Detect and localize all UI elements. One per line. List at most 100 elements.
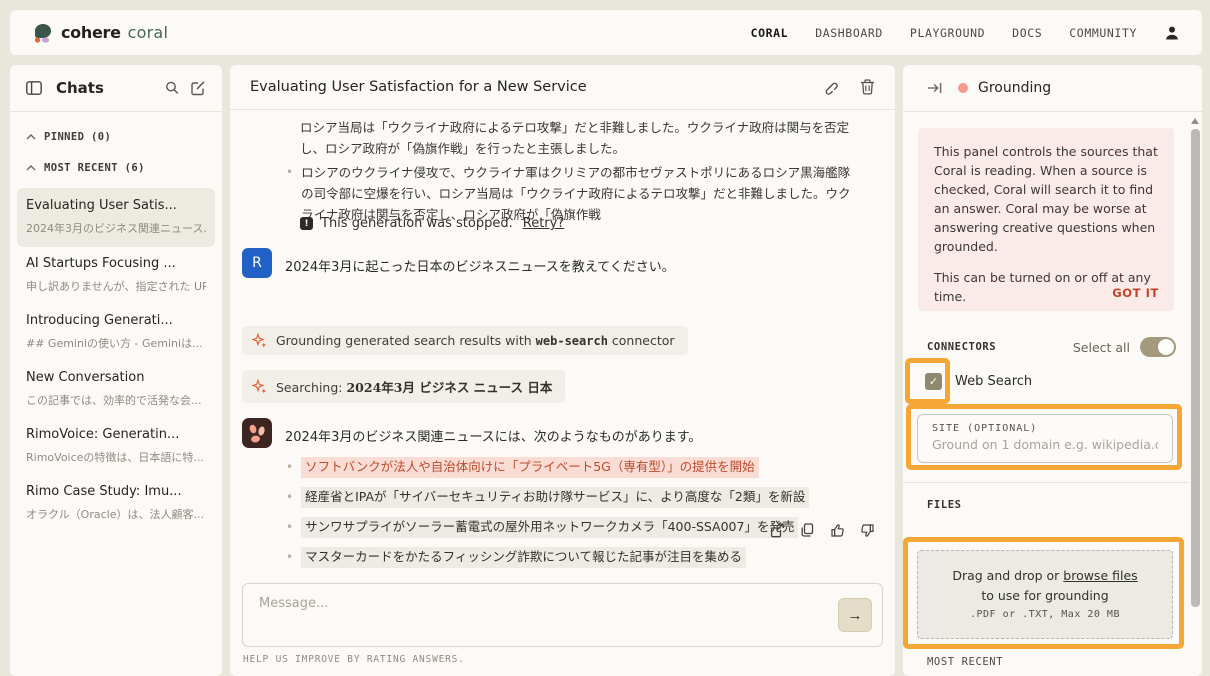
assistant-intro-text: 2024年3月のビジネス関連ニュースには、次のようなものがあります。 [285,418,701,448]
pinned-section-label: PINNED (0) [44,131,111,143]
top-nav: CORAL DASHBOARD PLAYGROUND DOCS COMMUNIT… [751,25,1180,41]
web-search-label: Web Search [955,374,1032,389]
site-input-group: SITE (OPTIONAL) [917,414,1173,463]
list-item: •経産省とIPAが「サイバーセキュリティお助け隊サービス」に、より高度な「2類」… [286,487,846,508]
collapse-panel-icon[interactable] [26,81,42,95]
sparkle-icon [252,379,267,394]
grounding-panel-header: Grounding [903,65,1202,112]
chat-list-item[interactable]: Rimo Case Study: Imu... オラクル（Oracle）は、法人… [10,475,222,532]
chat-item-title: AI Startups Focusing ... [26,256,206,271]
logo-product: coral [128,23,168,42]
chevron-up-icon [26,134,36,140]
chat-item-preview: オラクル（Oracle）は、法人顧客... [26,506,206,522]
connector-name: web-search [536,334,608,348]
cited-text[interactable]: マスターカードをかたるフィッシング詐欺について報じた記事が注目を集める [301,547,746,568]
info-paragraph: This panel controls the sources that Cor… [934,142,1158,256]
export-icon[interactable] [770,523,785,538]
chat-list-item[interactable]: AI Startups Focusing ... 申し訳ありませんが、指定された… [10,247,222,304]
top-bar: cohere coral CORAL DASHBOARD PLAYGROUND … [10,10,1202,55]
nav-community[interactable]: COMMUNITY [1069,26,1137,40]
grounding-info-box: This panel controls the sources that Cor… [918,128,1174,311]
connectors-label: CONNECTORS [927,341,996,353]
cited-text-active[interactable]: ソフトバンクが法人や自治体向けに「プライベート5G（専有型）」の提供を開始 [301,457,759,478]
dropzone-filetypes: .PDF or .TXT, Max 20 MB [918,609,1172,620]
connectors-header: CONNECTORS Select all [927,337,1176,357]
recent-section-header[interactable]: MOST RECENT (6) [10,162,222,174]
thumbs-down-icon[interactable] [860,523,875,538]
cohere-logo[interactable]: cohere coral [32,23,168,43]
web-search-checkbox[interactable]: ✓ [925,373,942,390]
grounding-panel: Grounding This panel controls the source… [903,65,1202,676]
conversation-panel: Evaluating User Satisfaction for a New S… [230,65,895,676]
collapse-right-panel-icon[interactable] [927,81,943,95]
message-input[interactable] [259,596,819,611]
scrollbar-up-arrow[interactable] [1191,118,1199,124]
user-profile-icon[interactable] [1164,25,1180,41]
chat-item-preview: 2024年3月のビジネス関連ニュース... [26,220,206,236]
chat-item-preview: この記事では、効率的で活発な会... [26,392,206,408]
grounding-status-chip: Grounding generated search results with … [242,326,688,355]
cohere-logo-icon [32,23,54,43]
chat-list-item[interactable]: RimoVoice: Generatin... RimoVoiceの特徴は、日本… [10,418,222,475]
list-item: •サンワサプライがソーラー蓄電式の屋外用ネットワークカメラ「400-SSA007… [286,517,846,538]
chevron-up-icon [26,165,36,171]
dropzone-text: Drag and drop or browse files [918,566,1172,586]
assistant-message: 2024年3月のビジネス関連ニュースには、次のようなものがあります。 [242,418,701,448]
user-avatar: R [242,248,272,278]
send-button[interactable]: → [838,598,872,632]
panel-divider [903,482,1190,483]
grounding-status-dot [958,83,968,93]
nav-playground[interactable]: PLAYGROUND [910,26,985,40]
chat-item-title: New Conversation [26,370,206,385]
new-chat-icon[interactable] [190,80,206,96]
chat-item-title: RimoVoice: Generatin... [26,427,206,442]
chat-item-preview: RimoVoiceの特徴は、日本語に特... [26,449,206,465]
message-actions [770,523,875,538]
delete-conversation-icon[interactable] [860,79,875,95]
retry-link[interactable]: Retry? [523,216,564,231]
got-it-button[interactable]: GOT IT [1112,286,1159,300]
copy-icon[interactable] [800,523,815,538]
file-dropzone[interactable]: Drag and drop or browse files to use for… [917,550,1173,639]
recent-section-label: MOST RECENT (6) [44,162,145,174]
list-item: •マスターカードをかたるフィッシング詐欺について報じた記事が注目を集める [286,547,846,568]
pinned-section-header[interactable]: PINNED (0) [10,131,222,143]
nav-coral[interactable]: CORAL [751,26,789,40]
chat-item-preview: 申し訳ありませんが、指定された UR... [26,278,206,294]
select-all-label: Select all [1073,340,1130,355]
web-search-connector-row: ✓ Web Search [925,373,1032,390]
scrollbar-thumb[interactable] [1191,129,1200,607]
share-link-icon[interactable] [822,79,838,95]
nav-dashboard[interactable]: DASHBOARD [815,26,883,40]
conversation-header: Evaluating User Satisfaction for a New S… [230,65,895,110]
files-label: FILES [927,499,962,511]
nav-docs[interactable]: DOCS [1012,26,1042,40]
cited-text[interactable]: 経産省とIPAが「サイバーセキュリティお助け隊サービス」に、より高度な「2類」を… [301,487,809,508]
bullet-marker: • [286,162,293,225]
message-composer: → [242,583,883,647]
site-input-label: SITE (OPTIONAL) [932,423,1158,434]
search-chats-icon[interactable] [164,80,180,96]
grounding-title: Grounding [978,80,1051,96]
sparkle-icon [252,333,267,348]
site-input[interactable] [932,437,1158,452]
most-recent-label: MOST RECENT [927,656,1003,668]
conversation-title: Evaluating User Satisfaction for a New S… [250,79,822,95]
chat-item-title: Evaluating User Satis... [26,198,206,213]
chat-list: Evaluating User Satis... 2024年3月のビジネス関連ニ… [10,188,222,532]
alert-icon: ! [300,217,313,230]
toggle-knob [1158,339,1174,355]
chat-list-item[interactable]: New Conversation この記事では、効率的で活発な会... [10,361,222,418]
select-all-toggle[interactable] [1140,337,1176,357]
search-query: 2024年3月 ビジネス ニュース 日本 [346,380,552,395]
list-item: •ソフトバンクが法人や自治体向けに「プライベート5G（専有型）」の提供を開始 [286,457,846,478]
chat-list-item[interactable]: Evaluating User Satis... 2024年3月のビジネス関連ニ… [17,188,215,247]
chat-list-item[interactable]: Introducing Generati... ## Geminiの使い方 - … [10,304,222,361]
assistant-bullet-list: •ソフトバンクが法人や自治体向けに「プライベート5G（専有型）」の提供を開始 •… [286,457,846,577]
searching-status-chip: Searching: 2024年3月 ビジネス ニュース 日本 [242,370,565,403]
browse-files-link[interactable]: browse files [1063,568,1137,583]
chat-item-preview: ## Geminiの使い方 - Geminiは... [26,335,206,351]
user-message: R 2024年3月に起こった日本のビジネスニュースを教えてください。 [242,248,675,278]
thumbs-up-icon[interactable] [830,523,845,538]
cited-text[interactable]: サンワサプライがソーラー蓄電式の屋外用ネットワークカメラ「400-SSA007」… [301,517,798,538]
